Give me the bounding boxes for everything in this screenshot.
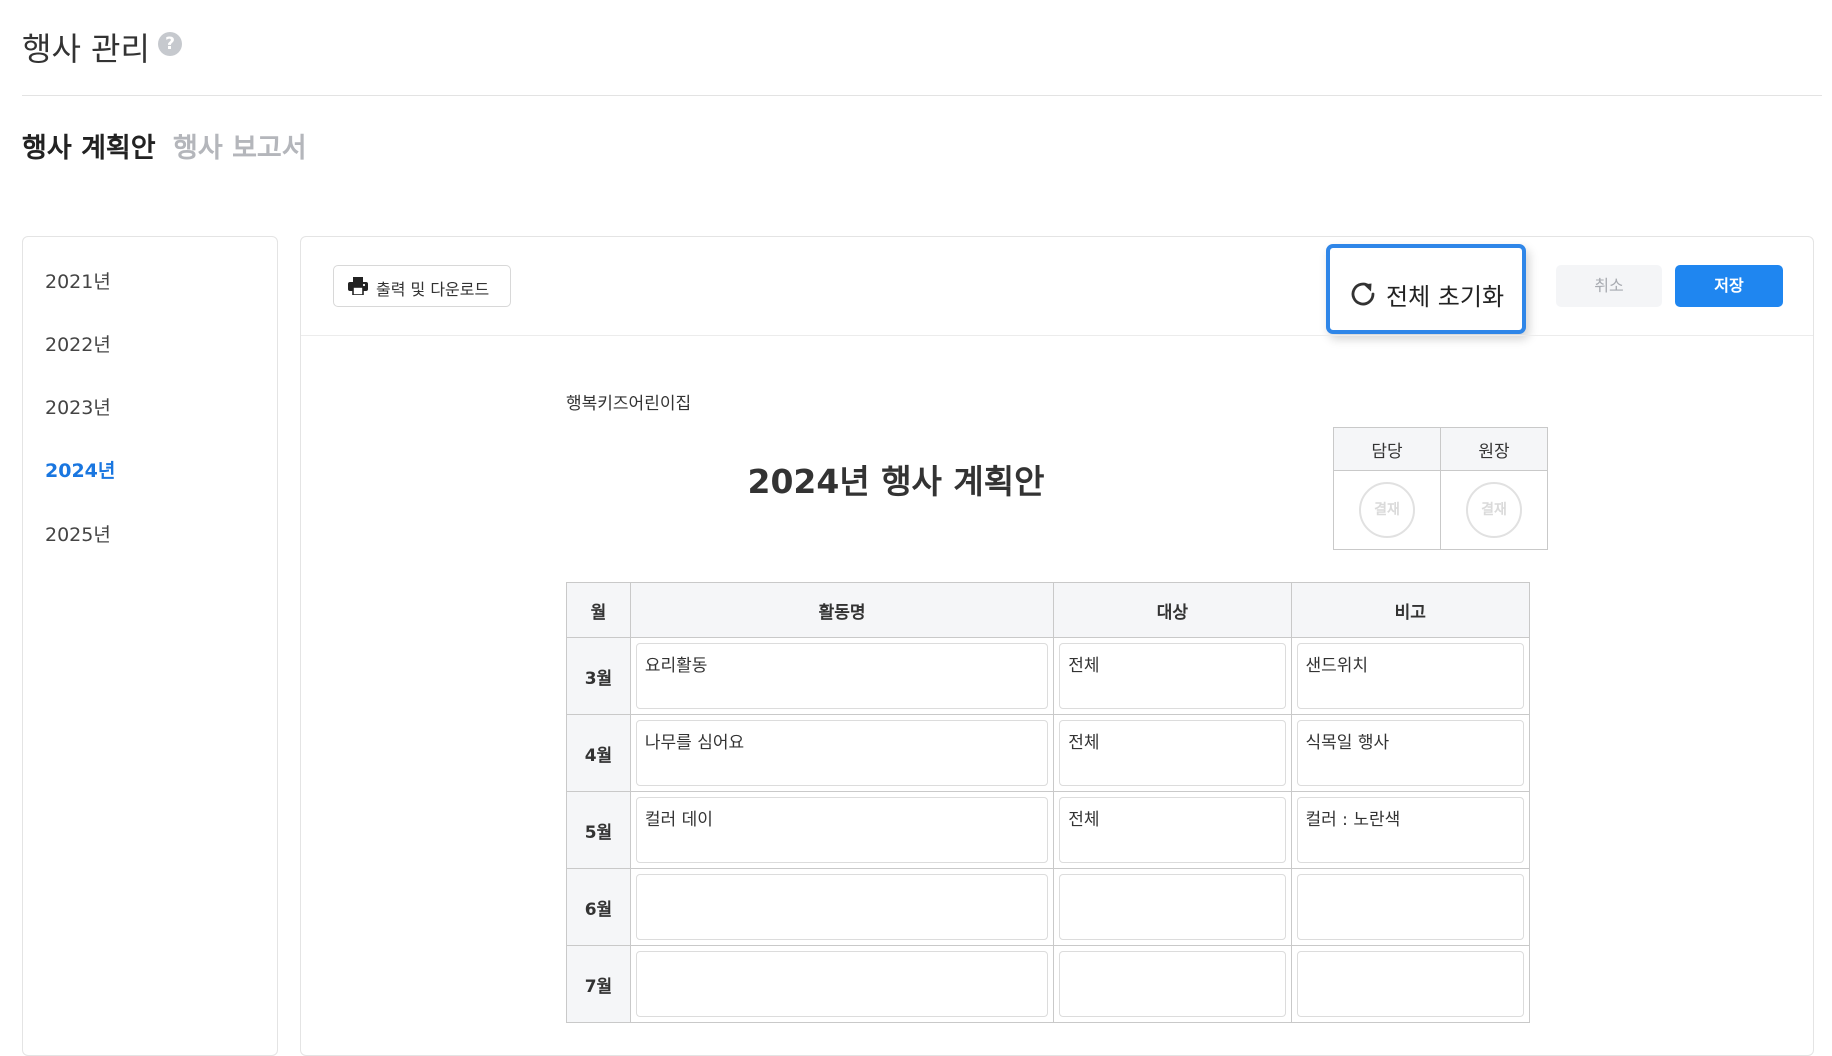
activity-cell: [629, 868, 1055, 946]
approval-stamp[interactable]: 결재: [1466, 482, 1522, 538]
activity-input[interactable]: [635, 874, 1049, 940]
approval-cell-manager: 결재: [1333, 470, 1441, 550]
month-cell: 6월: [566, 868, 631, 946]
target-input[interactable]: [1059, 874, 1286, 940]
document-title: 2024년 행사 계획안: [747, 462, 1045, 501]
note-input[interactable]: 식목일 행사: [1296, 720, 1524, 786]
target-cell: [1053, 868, 1292, 946]
activity-input[interactable]: 요리활동: [635, 643, 1049, 709]
note-cell: [1290, 945, 1530, 1023]
refresh-icon: [1351, 282, 1375, 306]
year-item-2024[interactable]: 2024년: [45, 456, 115, 483]
activity-input[interactable]: [635, 951, 1049, 1017]
target-cell: 전체: [1053, 791, 1292, 869]
year-item-2022[interactable]: 2022년: [45, 330, 111, 357]
approval-stamp[interactable]: 결재: [1359, 482, 1415, 538]
table-row: 4월 나무를 심어요 전체 식목일 행사: [566, 714, 1530, 792]
column-header-target: 대상: [1053, 582, 1292, 638]
target-cell: [1053, 945, 1292, 1023]
activity-cell: [629, 945, 1055, 1023]
year-list: 2021년 2022년 2023년 2024년 2025년: [22, 236, 278, 1056]
note-cell: 컬러 : 노란색: [1290, 791, 1530, 869]
table-row: 5월 컬러 데이 전체 컬러 : 노란색: [566, 791, 1530, 869]
table-row: 6월: [566, 868, 1530, 946]
note-input[interactable]: 샌드위치: [1296, 643, 1524, 709]
year-item-2023[interactable]: 2023년: [45, 393, 111, 420]
target-input[interactable]: 전체: [1059, 720, 1286, 786]
month-cell: 7월: [566, 945, 631, 1023]
column-header-month: 월: [566, 582, 631, 638]
note-cell: 식목일 행사: [1290, 714, 1530, 792]
note-cell: [1290, 868, 1530, 946]
activity-input[interactable]: 나무를 심어요: [635, 720, 1049, 786]
save-button[interactable]: 저장: [1675, 265, 1783, 307]
tab-event-plan[interactable]: 행사 계획안: [22, 126, 156, 165]
tab-event-report[interactable]: 행사 보고서: [173, 126, 307, 165]
target-input[interactable]: [1059, 951, 1286, 1017]
table-row: 3월 요리활동 전체 샌드위치: [566, 637, 1530, 715]
activity-cell: 나무를 심어요: [629, 714, 1055, 792]
help-icon[interactable]: ?: [158, 32, 182, 56]
month-cell: 3월: [566, 637, 631, 715]
event-plan-table: 월 활동명 대상 비고 3월 요리활동 전체 샌드위치 4월 나무를 심어요 전…: [566, 582, 1530, 1023]
target-input[interactable]: 전체: [1059, 643, 1286, 709]
table-header-row: 월 활동명 대상 비고: [566, 582, 1530, 638]
table-row: 7월: [566, 945, 1530, 1023]
reset-all-label: 전체 초기화: [1386, 283, 1505, 311]
month-cell: 4월: [566, 714, 631, 792]
approval-header-manager: 담당: [1333, 427, 1441, 471]
note-cell: 샌드위치: [1290, 637, 1530, 715]
year-item-2021[interactable]: 2021년: [45, 267, 111, 294]
column-header-note: 비고: [1290, 582, 1530, 638]
organization-name: 행복키즈어린이집: [566, 394, 692, 414]
target-cell: 전체: [1053, 637, 1292, 715]
activity-cell: 컬러 데이: [629, 791, 1055, 869]
approval-header-director: 원장: [1440, 427, 1548, 471]
month-cell: 5월: [566, 791, 631, 869]
target-cell: 전체: [1053, 714, 1292, 792]
note-input[interactable]: [1296, 951, 1524, 1017]
toolbar-divider: [301, 335, 1813, 336]
page-title: 행사 관리: [22, 30, 150, 68]
printer-icon: [348, 277, 368, 295]
note-input[interactable]: [1296, 874, 1524, 940]
column-header-activity: 활동명: [629, 582, 1055, 638]
note-input[interactable]: 컬러 : 노란색: [1296, 797, 1524, 863]
cancel-button[interactable]: 취소: [1556, 265, 1662, 307]
target-input[interactable]: 전체: [1059, 797, 1286, 863]
activity-input[interactable]: 컬러 데이: [635, 797, 1049, 863]
reset-all-button[interactable]: 전체 초기화: [1326, 244, 1526, 334]
page-header: 행사 관리 ?: [22, 18, 1822, 96]
print-download-button[interactable]: 출력 및 다운로드: [333, 265, 511, 307]
year-item-2025[interactable]: 2025년: [45, 520, 111, 547]
activity-cell: 요리활동: [629, 637, 1055, 715]
plan-editor: 출력 및 다운로드 전체 초기화 취소 저장 행복키즈어린이집 2024년 행사…: [300, 236, 1814, 1056]
approval-cell-director: 결재: [1440, 470, 1548, 550]
print-download-label: 출력 및 다운로드: [376, 280, 490, 299]
approval-box: 담당 원장 결재 결재: [1333, 427, 1548, 550]
